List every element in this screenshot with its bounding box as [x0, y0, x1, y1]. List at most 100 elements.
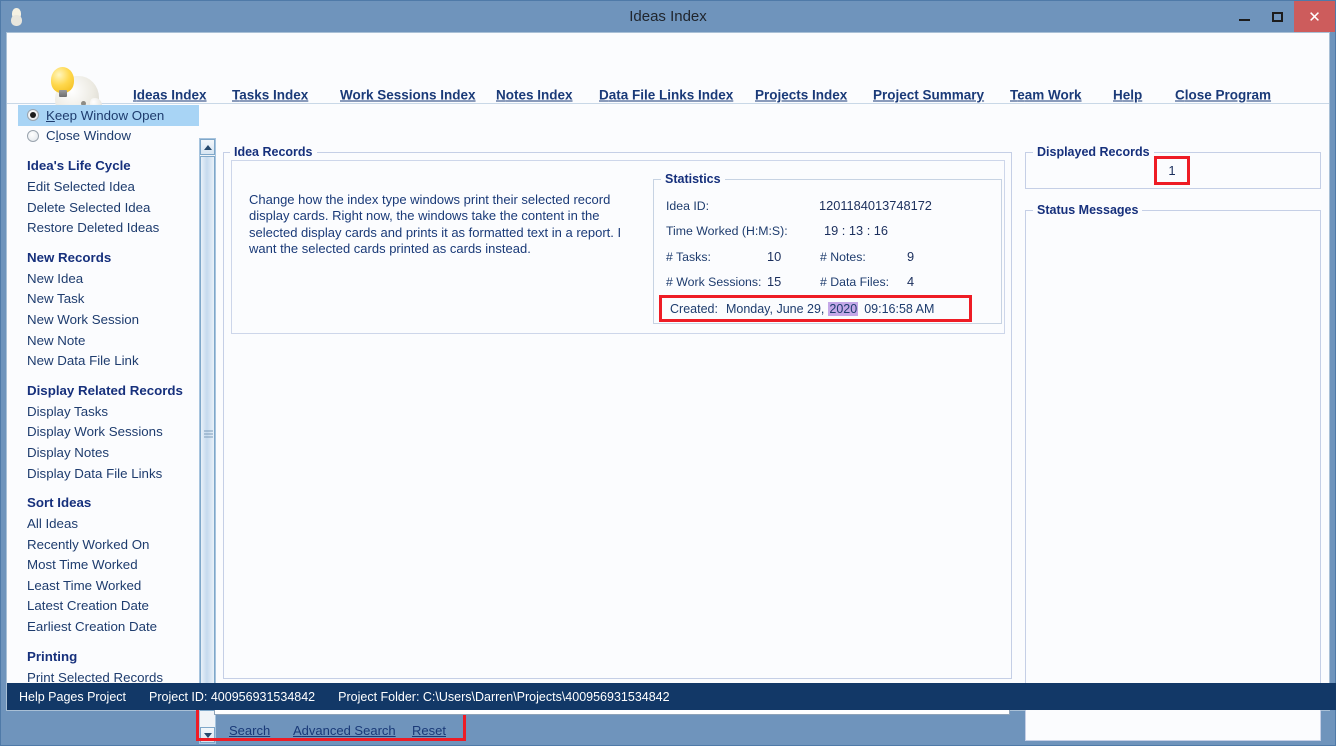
sidebar-item-new-task[interactable]: New Task	[18, 289, 199, 310]
sidebar-item-new-data-file-link[interactable]: New Data File Link	[18, 350, 199, 371]
nav-item-data-file-links-index[interactable]: Data File Links Index	[599, 88, 733, 103]
reset-accel-char: R	[412, 723, 422, 738]
status-project-folder: Project Folder: C:\Users\Darren\Projects…	[338, 690, 669, 704]
advanced-accel-char: A	[293, 723, 302, 738]
nav-item-close-program[interactable]: Close Program	[1175, 88, 1271, 103]
status-project-id-label: Project ID:	[149, 689, 208, 704]
sidebar-label: Keep Window Open	[46, 107, 165, 123]
sidebar-label: New Note	[27, 332, 86, 348]
sidebar-item-least-time-worked[interactable]: Least Time Worked	[18, 575, 199, 596]
sidebar-label: Edit Selected Idea	[27, 178, 135, 194]
top-navigation-bar: Ideas Index Tasks Index Work Sessions Inde…	[7, 33, 1329, 126]
idea-records-title: Idea Records	[230, 145, 317, 159]
time-worked-label: Time Worked (H:M:S):	[666, 224, 788, 238]
idea-records-group: Idea Records Change how the index type w…	[223, 145, 1012, 679]
idea-record-description: Change how the index type windows print …	[249, 192, 622, 257]
displayed-records-count: 1	[1154, 156, 1190, 185]
sidebar-label: Recently Worked On	[27, 536, 150, 552]
sidebar-label: All Ideas	[27, 516, 78, 532]
sidebar-label: Printing	[27, 648, 78, 664]
nav-item-work-sessions-index[interactable]: Work Sessions Index	[340, 88, 476, 103]
status-folder-value: C:\Users\Darren\Projects\400956931534842	[422, 689, 670, 704]
created-label: Created:	[670, 301, 718, 316]
created-date-highlight-box: Created: Monday, June 29, 2020 09:16:58 …	[659, 295, 972, 322]
scroll-up-button[interactable]	[200, 139, 215, 155]
sidebar-header-display-related-records: Display Related Records	[18, 380, 199, 401]
sidebar-label: New Data File Link	[27, 353, 139, 369]
sidebar-label: Delete Selected Idea	[27, 199, 151, 215]
status-bar: Help Pages Project Project ID: 400956931…	[7, 683, 1336, 710]
advanced-search-button[interactable]: Advanced Search	[293, 723, 396, 738]
search-button-label: earch	[237, 723, 271, 738]
sidebar-scrollbar[interactable]	[199, 138, 216, 744]
sidebar-item-keep-window-open[interactable]: Keep Window Open	[18, 105, 199, 126]
status-project-name: Help Pages Project	[19, 689, 127, 704]
radio-keep-window-open-icon[interactable]	[27, 109, 39, 122]
status-messages-content	[1032, 219, 1314, 734]
sidebar-item-display-data-file-links[interactable]: Display Data File Links	[18, 463, 199, 484]
sidebar-item-new-work-session[interactable]: New Work Session	[18, 309, 199, 330]
scroll-down-button[interactable]	[200, 727, 215, 743]
minimize-button[interactable]	[1228, 1, 1261, 32]
accel-char: C	[1175, 87, 1185, 103]
sidebar-label: New Task	[27, 291, 85, 307]
tasks-label: # Tasks:	[666, 250, 711, 264]
sidebar-label: Sort Ideas	[27, 495, 92, 511]
sidebar-menu[interactable]: Keep Window Open Close Window Idea's Life …	[18, 105, 199, 708]
nav-item-project-summary[interactable]: Project Summary	[873, 88, 984, 103]
sidebar-item-close-window[interactable]: Close Window	[18, 126, 199, 147]
sidebar-item-display-notes[interactable]: Display Notes	[18, 442, 199, 463]
sidebar-label: Least Time Worked	[27, 577, 142, 593]
sidebar-item-most-time-worked[interactable]: Most Time Worked	[18, 555, 199, 576]
sidebar-item-edit-selected-idea[interactable]: Edit Selected Idea	[18, 176, 199, 197]
scrollbar-grip-icon	[204, 430, 213, 437]
statistics-title: Statistics	[661, 172, 725, 186]
idea-record-card[interactable]: Change how the index type windows print …	[231, 160, 1005, 334]
nav-item-help[interactable]: Help	[1113, 88, 1142, 103]
work-sessions-label: # Work Sessions:	[666, 275, 762, 289]
accel-char: N	[496, 87, 506, 103]
nav-item-notes-index[interactable]: Notes Index	[496, 88, 573, 103]
work-sessions-value: 15	[767, 274, 782, 289]
notes-label: # Notes:	[820, 250, 866, 264]
title-bar: Ideas Index ✕	[1, 1, 1335, 32]
sidebar-item-new-idea[interactable]: New Idea	[18, 268, 199, 289]
sidebar-label: Display Data File Links	[27, 465, 163, 481]
sidebar-item-restore-deleted-ideas[interactable]: Restore Deleted Ideas	[18, 217, 199, 238]
window-title: Ideas Index	[629, 8, 707, 25]
status-project-id: Project ID: 400956931534842	[149, 690, 315, 704]
created-year-highlighted: 2020	[828, 301, 859, 316]
sidebar-item-recently-worked-on[interactable]: Recently Worked On	[18, 534, 199, 555]
accel-char: D	[599, 87, 609, 103]
scrollbar-thumb[interactable]	[200, 156, 215, 711]
close-button[interactable]: ✕	[1294, 1, 1335, 32]
nav-item-team-work[interactable]: Team Work	[1010, 88, 1082, 103]
sidebar-item-delete-selected-idea[interactable]: Delete Selected Idea	[18, 197, 199, 218]
minimize-icon	[1239, 18, 1250, 21]
sidebar-header-new-records: New Records	[18, 247, 199, 268]
application-window: Ideas Index ✕ Ideas Index Tasks Index Work…	[0, 0, 1336, 746]
reset-button-label: eset	[421, 723, 446, 738]
radio-close-window-icon[interactable]	[27, 129, 39, 142]
reset-button[interactable]: Reset	[412, 723, 446, 738]
chevron-up-icon	[203, 144, 212, 150]
displayed-records-group: Displayed Records 1	[1025, 145, 1321, 189]
sidebar-item-display-work-sessions[interactable]: Display Work Sessions	[18, 422, 199, 443]
advanced-search-label: dvanced Search	[301, 723, 396, 738]
tasks-value: 10	[767, 249, 782, 264]
sidebar-item-latest-creation-date[interactable]: Latest Creation Date	[18, 596, 199, 617]
maximize-button[interactable]	[1261, 1, 1294, 32]
nav-item-tasks-index[interactable]: Tasks Index	[232, 88, 308, 103]
notes-value: 9	[907, 249, 915, 264]
sidebar-label: Idea's Life Cycle	[27, 158, 131, 174]
sidebar-item-earliest-creation-date[interactable]: Earliest Creation Date	[18, 616, 199, 637]
nav-item-ideas-index[interactable]: Ideas Index	[133, 88, 207, 103]
sidebar-item-new-note[interactable]: New Note	[18, 330, 199, 351]
sidebar-item-display-tasks[interactable]: Display Tasks	[18, 401, 199, 422]
sidebar-item-all-ideas[interactable]: All Ideas	[18, 513, 199, 534]
nav-item-projects-index[interactable]: Projects Index	[755, 88, 847, 103]
displayed-records-title: Displayed Records	[1033, 145, 1154, 159]
sidebar-header-printing: Printing	[18, 646, 199, 667]
sidebar-label: Display Related Records	[27, 382, 183, 398]
search-button[interactable]: Search	[229, 723, 270, 738]
